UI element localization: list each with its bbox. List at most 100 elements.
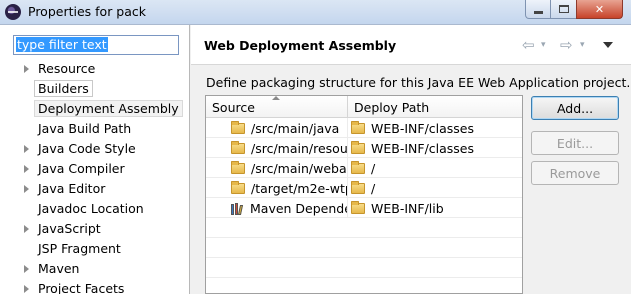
- folder-icon: [351, 180, 365, 194]
- source-cell: /src/main/webap: [206, 158, 348, 178]
- tree-item-label: JavaScript: [38, 221, 101, 236]
- page-description: Define packaging structure for this Java…: [206, 75, 631, 90]
- table-row-empty: [206, 238, 522, 258]
- column-header-deploy-path[interactable]: Deploy Path: [348, 96, 522, 118]
- folder-icon: [351, 140, 365, 154]
- expand-arrow-icon[interactable]: [24, 65, 29, 73]
- filter-input-text: type filter text: [16, 37, 108, 52]
- folder-icon: [231, 160, 245, 174]
- source-cell: Maven Depende: [206, 198, 348, 218]
- deploy-path: /: [371, 180, 376, 196]
- deploy-path-cell: WEB-INF/classes: [348, 138, 522, 158]
- table-row[interactable]: /src/main/resour WEB-INF/classes: [206, 138, 522, 158]
- tree-item-deployment-assembly[interactable]: Deployment Assembly: [0, 99, 190, 119]
- maximize-button[interactable]: [550, 0, 577, 19]
- source-path: /src/main/java: [251, 120, 340, 136]
- column-header-label: Source: [212, 100, 255, 115]
- eclipse-icon: [5, 4, 21, 20]
- filter-input[interactable]: type filter text: [13, 35, 179, 55]
- column-header-label: Deploy Path: [354, 100, 430, 115]
- tree-item-javadoc-location[interactable]: Javadoc Location: [0, 199, 190, 219]
- tree-item-label: Builders: [34, 80, 93, 97]
- expand-arrow-icon[interactable]: [24, 265, 29, 273]
- tree-item-java-code-style[interactable]: Java Code Style: [0, 139, 190, 159]
- library-icon: [231, 202, 245, 215]
- tree-item-label: JSP Fragment: [38, 241, 121, 256]
- page-header: Web Deployment Assembly ⇦ ▾ ⇨ ▾: [191, 25, 631, 65]
- deploy-path-cell: /: [348, 158, 522, 178]
- expand-arrow-icon[interactable]: [24, 165, 29, 173]
- window-title: Properties for pack: [28, 4, 147, 19]
- tree-item-label: Project Facets: [38, 281, 125, 294]
- property-page: Web Deployment Assembly ⇦ ▾ ⇨ ▾ Define p…: [191, 25, 631, 294]
- tree-item-label: Java Editor: [38, 181, 106, 196]
- tree-item-label: Deployment Assembly: [34, 100, 183, 117]
- expand-arrow-icon[interactable]: [24, 225, 29, 233]
- tree-item-label: Maven: [38, 261, 80, 276]
- deploy-path: WEB-INF/classes: [371, 120, 475, 136]
- back-history-dropdown-icon[interactable]: ▾: [541, 40, 546, 50]
- source-path: /src/main/webap: [251, 160, 347, 176]
- forward-arrow-icon[interactable]: ⇨: [560, 36, 573, 54]
- view-menu-icon[interactable]: [603, 42, 613, 48]
- tree-item-label: Javadoc Location: [38, 201, 144, 216]
- expand-arrow-icon[interactable]: [24, 185, 29, 193]
- tree-item-javascript[interactable]: JavaScript: [0, 219, 190, 239]
- title-bar[interactable]: Properties for pack ✕: [0, 0, 631, 25]
- tree-item-maven[interactable]: Maven: [0, 259, 190, 279]
- deploy-path-cell: WEB-INF/classes: [348, 118, 522, 138]
- table-row-empty: [206, 258, 522, 278]
- maximize-icon: [558, 5, 569, 13]
- folder-icon: [231, 140, 245, 154]
- tree-item-java-build-path[interactable]: Java Build Path: [0, 119, 190, 139]
- table-row-empty: [206, 218, 522, 238]
- edit-button[interactable]: Edit...: [531, 131, 619, 155]
- table-row[interactable]: /src/main/webap /: [206, 158, 522, 178]
- folder-icon: [351, 120, 365, 134]
- deploy-path-cell: /: [348, 178, 522, 198]
- tree-item-java-compiler[interactable]: Java Compiler: [0, 159, 190, 179]
- page-title: Web Deployment Assembly: [204, 38, 397, 53]
- folder-icon: [351, 160, 365, 174]
- tree-item-label: Java Build Path: [38, 121, 132, 136]
- expand-arrow-icon[interactable]: [24, 145, 29, 153]
- sort-ascending-icon: [272, 96, 280, 100]
- close-button[interactable]: ✕: [576, 0, 623, 19]
- table-row[interactable]: /src/main/java WEB-INF/classes: [206, 118, 522, 138]
- source-path: /src/main/resour: [251, 140, 347, 156]
- tree-item-jsp-fragment[interactable]: JSP Fragment: [0, 239, 190, 259]
- folder-icon: [231, 120, 245, 134]
- add-button[interactable]: Add...: [531, 96, 619, 120]
- deploy-path: /: [371, 160, 376, 176]
- minimize-icon: [533, 10, 543, 14]
- source-cell: /src/main/java: [206, 118, 348, 138]
- preference-tree-panel: type filter text Resource Builders Deplo…: [0, 25, 190, 294]
- deploy-path: WEB-INF/lib: [371, 200, 444, 216]
- expand-arrow-icon[interactable]: [24, 285, 29, 293]
- deployment-table: Source Deploy Path /src/main/java WEB-IN…: [205, 95, 523, 294]
- source-cell: /target/m2e-wtp: [206, 178, 348, 198]
- table-row[interactable]: /target/m2e-wtp /: [206, 178, 522, 198]
- column-header-source[interactable]: Source: [206, 96, 348, 118]
- minimize-button[interactable]: [525, 0, 551, 19]
- source-path: /target/m2e-wtp: [251, 180, 347, 196]
- table-header: Source Deploy Path: [206, 96, 522, 118]
- source-cell: /src/main/resour: [206, 138, 348, 158]
- deploy-path: WEB-INF/classes: [371, 140, 475, 156]
- tree-item-java-editor[interactable]: Java Editor: [0, 179, 190, 199]
- forward-history-dropdown-icon[interactable]: ▾: [580, 40, 585, 50]
- tree-item-resource[interactable]: Resource: [0, 59, 190, 79]
- tree-item-builders[interactable]: Builders: [0, 79, 190, 99]
- tree-item-label: Resource: [38, 61, 96, 76]
- tree-item-label: Java Compiler: [38, 161, 125, 176]
- folder-icon: [231, 180, 245, 194]
- folder-icon: [351, 200, 365, 214]
- close-icon: ✕: [594, 2, 605, 16]
- tree-item-label: Java Code Style: [38, 141, 136, 156]
- remove-button[interactable]: Remove: [531, 161, 619, 185]
- deploy-path-cell: WEB-INF/lib: [348, 198, 522, 218]
- tree-item-project-facets[interactable]: Project Facets: [0, 279, 190, 294]
- source-path: Maven Depende: [250, 200, 347, 216]
- back-arrow-icon[interactable]: ⇦: [522, 36, 535, 54]
- table-row[interactable]: Maven Depende WEB-INF/lib: [206, 198, 522, 218]
